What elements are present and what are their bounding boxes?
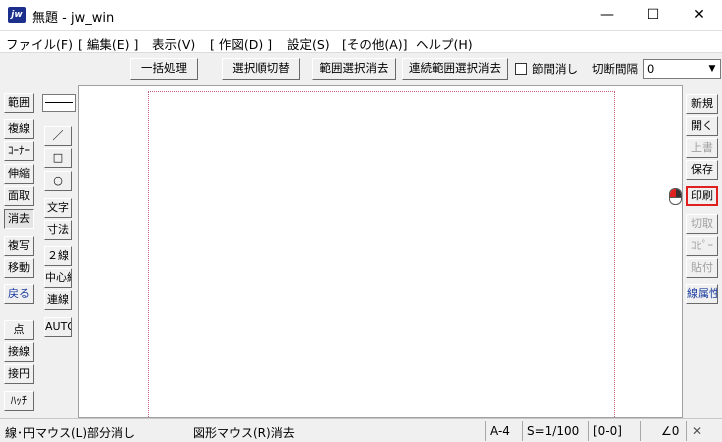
print-button[interactable]: 印刷 [686,186,718,206]
tool-continuous-line[interactable]: 連線 [44,290,72,310]
right-command-panel: 新規 開く 上書 保存 印刷 切取 ｺﾋﾟｰ 貼付 線属性 [683,85,722,418]
tool-tangent-circle[interactable]: 接円 [4,364,34,384]
layer-indicator[interactable]: [0-0] [593,424,622,438]
cut-button[interactable]: 切取 [686,214,718,234]
tool-parallel-line[interactable]: 複線 [4,119,34,139]
tool-circle[interactable]: ○ [44,171,72,191]
menu-other[interactable]: [その他(A)] [342,34,408,53]
minimize-button[interactable]: — [584,0,630,31]
cut-interval-label: 切断間隔 [592,62,638,76]
tool-copy[interactable]: 複写 [4,236,34,256]
menu-draw[interactable]: [ 作図(D) ] [210,34,272,53]
left-mouse-hint: 線･円マウス(L)部分消し [5,426,136,440]
tool-text[interactable]: 文字 [44,198,72,218]
node-erase-label: 節間消し [532,62,578,76]
menu-settings[interactable]: 設定(S) [287,34,330,53]
tool-move[interactable]: 移動 [4,258,34,278]
cut-interval-value: 0 [647,62,655,76]
tool-tangent-line[interactable]: 接線 [4,342,34,362]
copy-button[interactable]: ｺﾋﾟｰ [686,236,718,256]
menu-view[interactable]: 表示(V) [152,34,195,53]
tool-point[interactable]: 点 [4,320,34,340]
tool-double-line[interactable]: ２線 [44,246,72,266]
close-button[interactable]: ✕ [676,0,722,31]
tool-erase[interactable]: 消去 [4,209,34,229]
mouse-right-button-icon [676,189,681,197]
open-button[interactable]: 開く [686,116,718,136]
tool-rectangle[interactable]: □ [44,148,72,168]
status-separator [640,421,641,441]
paper-frame [148,91,615,417]
drawing-canvas[interactable] [78,85,683,418]
window-title: 無題 - jw_win [32,11,115,26]
bulk-process-button[interactable]: 一括処理 [130,58,198,80]
menu-help[interactable]: ヘルプ(H) [416,34,473,53]
tool-line[interactable]: ／ [44,126,72,146]
select-order-toggle-button[interactable]: 選択順切替 [222,58,300,80]
tool-chamfer[interactable]: 面取 [4,186,34,206]
menu-file[interactable]: ファイル(F) [6,34,73,53]
line-attribute-button[interactable]: 線属性 [686,284,718,304]
tool-center-line[interactable]: 中心線 [44,268,72,288]
save-button[interactable]: 保存 [686,160,718,180]
status-separator [686,421,687,441]
node-erase-checkbox[interactable] [515,63,527,75]
status-separator [588,421,589,441]
continuous-range-erase-button[interactable]: 連続範囲選択消去 [402,58,508,80]
line-sample-stroke [45,102,73,103]
tool-close-icon[interactable]: ✕ [692,424,702,438]
tool-auto[interactable]: AUTO [44,317,72,337]
right-mouse-hint: 図形マウス(R)消去 [193,426,295,440]
paste-button[interactable]: 貼付 [686,258,718,278]
status-separator [485,421,486,441]
mouse-divider [670,197,681,198]
status-bar: 線･円マウス(L)部分消し 図形マウス(R)消去 A-4 S=1/100 [0-… [0,418,722,442]
left-tool-panel: 範囲 複線 ｺｰﾅｰ 伸縮 面取 消去 複写 移動 戻る 点 接線 接円 ﾊｯﾁ… [0,85,78,418]
menu-bar: ファイル(F) [ 編集(E) ] 表示(V) [ 作図(D) ] 設定(S) … [0,31,722,53]
status-separator [522,421,523,441]
tool-dimension[interactable]: 寸法 [44,220,72,240]
range-select-erase-button[interactable]: 範囲選択消去 [312,58,396,80]
tool-undo[interactable]: 戻る [4,284,34,304]
mouse-icon [669,188,682,205]
tool-stretch[interactable]: 伸縮 [4,164,34,184]
angle-indicator[interactable]: ∠0 [661,424,679,438]
scale-indicator[interactable]: S=1/100 [527,424,579,438]
dropdown-arrow-icon[interactable]: ▼ [704,60,720,78]
paper-size-indicator[interactable]: A-4 [490,424,510,438]
maximize-button[interactable]: ☐ [630,0,676,31]
tool-corner[interactable]: ｺｰﾅｰ [4,141,34,161]
title-bar: jw 無題 - jw_win — ☐ ✕ [0,0,722,31]
overwrite-button[interactable]: 上書 [686,138,718,158]
tool-hatch[interactable]: ﾊｯﾁ [4,391,34,411]
line-type-sample[interactable] [42,94,76,112]
cut-interval-select[interactable]: 0 ▼ [643,59,721,79]
new-button[interactable]: 新規 [686,94,718,114]
menu-edit[interactable]: [ 編集(E) ] [78,34,138,53]
tool-range[interactable]: 範囲 [4,93,34,113]
toolbar: 一括処理 選択順切替 範囲選択消去 連続範囲選択消去 節間消し 切断間隔 0 ▼ [0,53,722,85]
jw-app-icon: jw [8,7,26,23]
